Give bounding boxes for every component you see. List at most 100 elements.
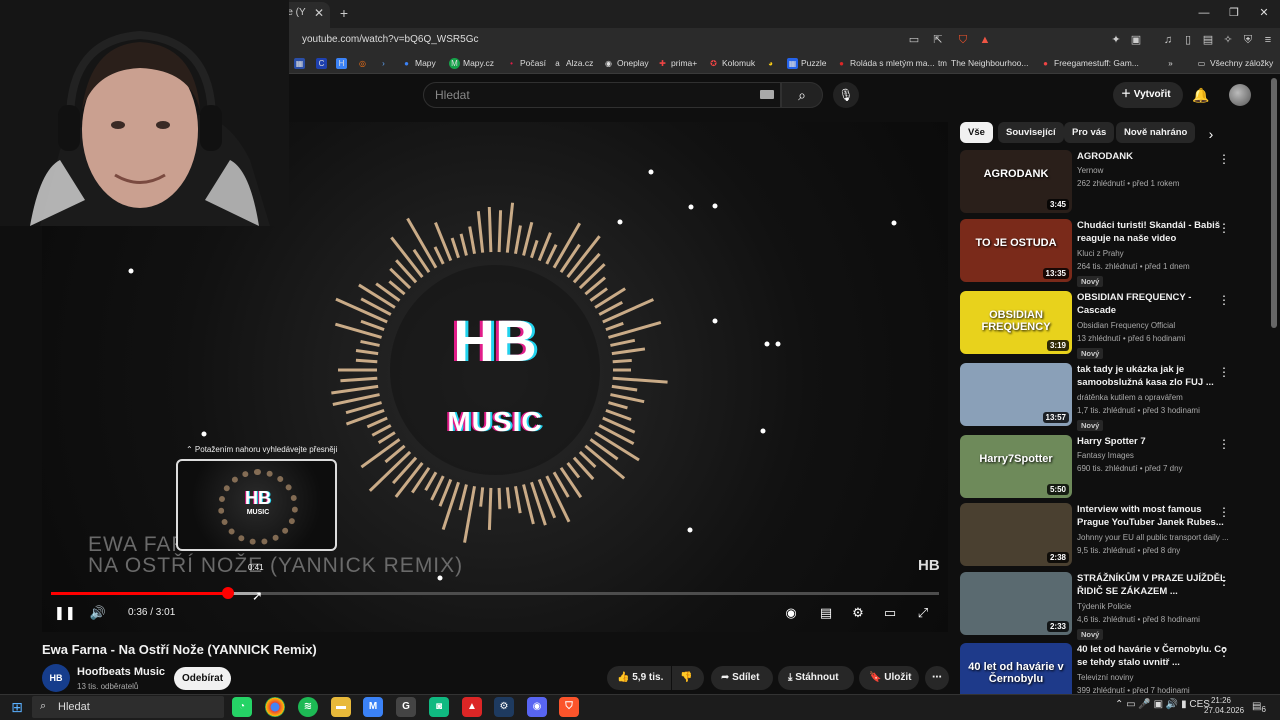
voice-search-button[interactable]: 🎙: [833, 82, 859, 108]
pause-button[interactable]: ❚❚: [54, 604, 76, 622]
recommendation-item[interactable]: AGRODANK 3:45 AGRODANK Yernow 262 zhlédnutí …: [960, 150, 1260, 214]
more-vertical-icon[interactable]: ⋮: [1218, 152, 1230, 166]
bookmark-oneplay[interactable]: ◉ Oneplay: [603, 55, 649, 71]
recommendation-channel[interactable]: Johnny your EU all public transport dail…: [1077, 533, 1229, 542]
close-window-icon[interactable]: ✕: [1250, 4, 1278, 22]
app-m-icon[interactable]: M: [363, 697, 383, 717]
bookmark-freegamestuff[interactable]: ● Freegamestuff: Gam...: [1040, 55, 1139, 71]
recommendation-thumbnail[interactable]: TO JE OSTUDA 13:35: [960, 219, 1072, 282]
bookmark-mapy[interactable]: ● Mapy: [401, 55, 436, 71]
recommendation-title[interactable]: AGRODANK: [1077, 150, 1227, 163]
scrubber-handle[interactable]: [222, 587, 234, 599]
account-avatar[interactable]: [1229, 84, 1251, 106]
search-input[interactable]: Hledat: [423, 82, 781, 108]
recommendation-channel[interactable]: Týdeník Policie: [1077, 602, 1229, 611]
recommendation-title[interactable]: STRÁŽNÍKŮM V PRAZE UJÍŽDĚL ŘIDIČ SE ZÁKA…: [1077, 572, 1227, 598]
bookmark-prima[interactable]: ✚ prima+: [657, 55, 697, 71]
bookmark-icon-2[interactable]: C: [316, 55, 327, 71]
theater-mode-button[interactable]: ▭: [880, 604, 900, 622]
restore-icon[interactable]: ❐: [1220, 4, 1248, 22]
share-button[interactable]: ➦ Sdílet: [711, 666, 773, 690]
new-tab-icon[interactable]: +: [336, 5, 352, 21]
recommendation-item[interactable]: 2:38 Interview with most famous Prague Yo…: [960, 503, 1260, 567]
recommendation-item[interactable]: 13:57 tak tady je ukázka jak je samoobslu…: [960, 363, 1260, 431]
recommendation-channel[interactable]: Yernow: [1077, 166, 1229, 175]
wallet-icon[interactable]: ▣: [1128, 32, 1144, 48]
bookmark-puzzle[interactable]: ▦ Puzzle: [787, 55, 827, 71]
recommendation-channel[interactable]: Kluci z Prahy: [1077, 249, 1229, 258]
recommendation-title[interactable]: OBSIDIAN FREQUENCY - Cascade: [1077, 291, 1227, 317]
subtitles-button[interactable]: ▤: [816, 604, 836, 622]
keyboard-icon[interactable]: [760, 90, 774, 99]
share-page-icon[interactable]: ⇱: [930, 32, 946, 48]
recommendation-thumbnail[interactable]: AGRODANK 3:45: [960, 150, 1072, 213]
brave-shield-icon[interactable]: ⛉: [955, 32, 971, 48]
bookmark-neighbourhood[interactable]: tm The Neighbourhoo...: [937, 55, 1028, 71]
recommendation-title[interactable]: Chudáci turisti! Skandál - Babiš reaguje…: [1077, 219, 1227, 245]
sidebar-icon[interactable]: ▯: [1180, 32, 1196, 48]
recommendation-item[interactable]: Harry7Spotter 5:50 Harry Spotter 7 Fantasy …: [960, 435, 1260, 499]
chevron-right-icon[interactable]: ›: [1203, 126, 1219, 142]
like-button[interactable]: 👍 5,9 tis.: [607, 666, 671, 690]
recommendation-thumbnail[interactable]: Harry7Spotter 5:50: [960, 435, 1072, 498]
more-vertical-icon[interactable]: ⋮: [1218, 221, 1230, 235]
channel-watermark[interactable]: HB: [918, 557, 940, 574]
app-red-icon[interactable]: ▲: [462, 697, 482, 717]
discord-icon[interactable]: ◉: [527, 697, 547, 717]
chrome-icon[interactable]: [265, 697, 285, 717]
recommendation-channel[interactable]: Fantasy Images: [1077, 451, 1229, 460]
brave-icon[interactable]: ⛉: [559, 697, 579, 717]
chip-related[interactable]: Související: [998, 122, 1064, 143]
whatsapp-icon[interactable]: ◔: [232, 697, 252, 717]
brave-rewards-icon[interactable]: ▲: [977, 32, 993, 48]
vpn-icon[interactable]: ⛨: [1240, 32, 1256, 48]
bookmark-icon-5[interactable]: ›: [378, 55, 389, 71]
chip-recently-uploaded[interactable]: Nově nahráno: [1116, 122, 1196, 143]
create-button[interactable]: ＋ Vytvořit: [1113, 82, 1183, 108]
recommendation-title[interactable]: tak tady je ukázka jak je samoobslužná k…: [1077, 363, 1227, 389]
page-scrollbar[interactable]: [1271, 78, 1277, 328]
all-bookmarks[interactable]: ▭ Všechny záložky: [1196, 55, 1274, 71]
bookmark-rolada[interactable]: ● Roláda s mletým ma...: [836, 55, 934, 71]
search-button[interactable]: ⌕: [781, 82, 823, 108]
subscribe-button[interactable]: Odebírat: [174, 667, 231, 690]
screen-icon[interactable]: ▭: [906, 32, 922, 48]
steam-icon[interactable]: ⚙: [494, 697, 514, 717]
bookmark-icon-3[interactable]: H: [336, 55, 347, 71]
autoplay-toggle[interactable]: ◉: [780, 604, 802, 622]
extensions-icon[interactable]: ✦: [1108, 32, 1124, 48]
music-icon[interactable]: ♫: [1160, 32, 1176, 48]
more-vertical-icon[interactable]: ⋮: [1218, 574, 1230, 588]
recommendation-thumbnail[interactable]: 2:38: [960, 503, 1072, 566]
notifications-bell-icon[interactable]: 🔔: [1190, 84, 1212, 106]
save-button[interactable]: 🔖 Uložit: [859, 666, 919, 690]
file-explorer-icon[interactable]: ▬: [331, 697, 351, 717]
dislike-button[interactable]: 👎: [672, 666, 704, 690]
more-vertical-icon[interactable]: ⋮: [1218, 293, 1230, 307]
chip-for-you[interactable]: Pro vás: [1064, 122, 1115, 143]
url-field[interactable]: youtube.com/watch?v=bQ6Q_WSR5Gc: [290, 30, 1010, 50]
recommendation-title[interactable]: Interview with most famous Prague YouTub…: [1077, 503, 1227, 529]
settings-button[interactable]: ⚙: [848, 604, 868, 622]
spotify-icon[interactable]: ≋: [298, 697, 318, 717]
bookmark-chrome[interactable]: ◕: [765, 55, 776, 71]
recommendation-item[interactable]: OBSIDIAN FREQUENCY 3:19 OBSIDIAN FREQUENCY…: [960, 291, 1260, 359]
notification-center-icon[interactable]: ▤6: [1250, 699, 1268, 715]
taskbar-clock[interactable]: 21:26 27.04.2026: [1204, 696, 1244, 716]
more-vertical-icon[interactable]: ⋮: [1218, 505, 1230, 519]
close-tab-icon[interactable]: ✕: [312, 6, 326, 20]
bookmark-icon-1[interactable]: ▦: [294, 55, 305, 71]
recommendation-thumbnail[interactable]: 13:57: [960, 363, 1072, 426]
volume-button[interactable]: 🔊: [88, 604, 108, 622]
recommendation-channel[interactable]: Televizní noviny: [1077, 673, 1229, 682]
recommendation-channel[interactable]: drátěnka kutilem a opravářem: [1077, 393, 1229, 402]
more-vertical-icon[interactable]: ⋮: [1218, 365, 1230, 379]
recommendation-title[interactable]: Harry Spotter 7: [1077, 435, 1227, 448]
bookmark-kolomuk[interactable]: ✪ Kolomuk: [708, 55, 755, 71]
wallet2-icon[interactable]: ▤: [1200, 32, 1216, 48]
chip-all[interactable]: Vše: [960, 122, 993, 143]
recommendation-thumbnail[interactable]: OBSIDIAN FREQUENCY 3:19: [960, 291, 1072, 354]
channel-name[interactable]: Hoofbeats Music: [77, 666, 165, 678]
recommendation-item[interactable]: 2:33 STRÁŽNÍKŮM V PRAZE UJÍŽDĚL ŘIDIČ SE …: [960, 572, 1260, 640]
leo-ai-icon[interactable]: ✧: [1220, 32, 1236, 48]
